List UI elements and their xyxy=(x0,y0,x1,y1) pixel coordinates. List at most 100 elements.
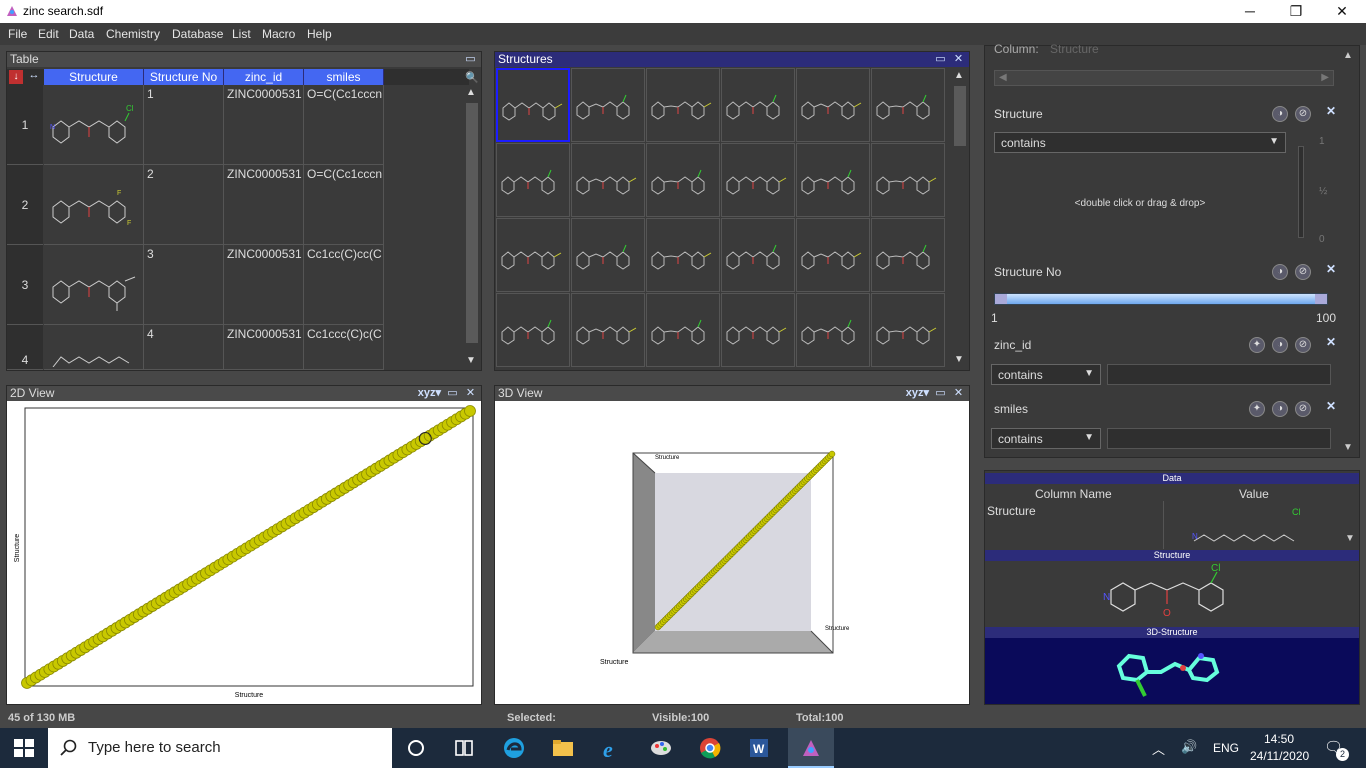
sort-icon[interactable]: ↓ xyxy=(9,70,23,84)
structure-thumbnail[interactable] xyxy=(721,218,795,292)
close-panel-icon[interactable]: ✕ xyxy=(952,387,965,400)
zinc-id-cell[interactable]: ZINC0000531 xyxy=(224,325,304,370)
structure-thumbnail[interactable] xyxy=(496,68,570,142)
column-header-structure[interactable]: Structure xyxy=(44,69,144,85)
clock-time[interactable]: 14:50 xyxy=(1264,732,1294,746)
close-panel-icon[interactable]: ✕ xyxy=(464,387,477,400)
column-header-smiles[interactable]: smiles xyxy=(304,69,384,85)
structure-thumbnail[interactable] xyxy=(871,218,945,292)
remove-query-icon[interactable]: ✕ xyxy=(1325,263,1337,275)
windows-start-icon[interactable] xyxy=(12,736,36,760)
structure-thumbnail[interactable] xyxy=(796,143,870,217)
menu-file[interactable]: File xyxy=(8,27,27,41)
table-scrollbar[interactable]: ▲ ▼ xyxy=(463,85,481,370)
minimize-panel-icon[interactable]: ▭ xyxy=(446,387,459,400)
scroll-up-icon[interactable]: ▲ xyxy=(954,70,964,81)
structure-cell[interactable]: Cl N xyxy=(44,85,144,165)
close-panel-icon[interactable]: ✕ xyxy=(952,53,965,66)
column-header-structure-no[interactable]: Structure No xyxy=(144,69,224,85)
column-slider[interactable]: ◀ ▶ xyxy=(994,70,1334,86)
range-min-handle[interactable] xyxy=(995,294,1007,304)
row-number[interactable]: 2 xyxy=(7,165,43,245)
close-window-button[interactable]: ✕ xyxy=(1319,0,1365,23)
structure-mode-dropdown[interactable]: contains ▼ xyxy=(994,132,1286,153)
menu-list[interactable]: List xyxy=(232,27,251,41)
column-header-zinc-id[interactable]: zinc_id xyxy=(224,69,304,85)
structure-thumbnail[interactable] xyxy=(496,218,570,292)
chrome-icon[interactable] xyxy=(698,736,722,760)
scroll-up-icon[interactable]: ▲ xyxy=(1343,50,1353,61)
disable-query-icon[interactable]: ⊘ xyxy=(1295,264,1311,280)
disable-query-icon[interactable]: ⊘ xyxy=(1295,106,1311,122)
structure-thumbnail[interactable] xyxy=(721,293,795,367)
structure-cell[interactable] xyxy=(44,325,144,370)
remove-query-icon[interactable]: ✕ xyxy=(1325,336,1337,348)
scroll-up-icon[interactable]: ▲ xyxy=(466,87,476,98)
scroll-down-icon[interactable]: ▼ xyxy=(954,354,964,365)
xyz-axis-selector[interactable]: xyz▾ xyxy=(418,386,441,401)
structures-scrollbar[interactable]: ▲ ▼ xyxy=(951,68,969,370)
slider-right-icon[interactable]: ▶ xyxy=(1321,72,1329,83)
structure-thumbnail[interactable] xyxy=(571,293,645,367)
file-explorer-icon[interactable] xyxy=(551,736,575,760)
toggle-query-icon[interactable]: ◑ xyxy=(1272,401,1288,417)
minimize-panel-icon[interactable]: ▭ xyxy=(464,53,477,66)
resize-columns-icon[interactable]: ↔ xyxy=(26,69,42,85)
disable-query-icon[interactable]: ⊘ xyxy=(1295,337,1311,353)
structure-thumbnail[interactable] xyxy=(796,68,870,142)
structure-cell[interactable]: FF xyxy=(44,165,144,245)
taskbar-search-box[interactable]: Type here to search xyxy=(48,728,392,768)
row-number[interactable]: 4 xyxy=(7,325,43,370)
structure-thumbnail[interactable] xyxy=(646,143,720,217)
data-row-value[interactable]: Cl N xyxy=(1163,501,1341,549)
menu-data[interactable]: Data xyxy=(69,27,94,41)
structure-thumbnail[interactable] xyxy=(496,293,570,367)
zinc-id-cell[interactable]: ZINC0000531 xyxy=(224,85,304,165)
remove-query-icon[interactable]: ✕ xyxy=(1325,400,1337,412)
structure-thumbnail[interactable] xyxy=(871,68,945,142)
disable-query-icon[interactable]: ⊘ xyxy=(1295,401,1311,417)
slider-left-icon[interactable]: ◀ xyxy=(999,72,1007,83)
menu-edit[interactable]: Edit xyxy=(38,27,59,41)
scroll-thumb[interactable] xyxy=(466,103,478,343)
zinc-id-cell[interactable]: ZINC0000531 xyxy=(224,165,304,245)
structure-no-cell[interactable]: 1 xyxy=(144,85,224,165)
structure-thumbnail[interactable] xyxy=(796,218,870,292)
structure-thumbnail[interactable] xyxy=(721,143,795,217)
structure-no-cell[interactable]: 3 xyxy=(144,245,224,325)
structure-thumbnail[interactable] xyxy=(871,143,945,217)
xyz-axis-selector[interactable]: xyz▾ xyxy=(906,386,929,401)
column-value[interactable]: Structure xyxy=(1050,42,1099,56)
zinc-id-input[interactable] xyxy=(1107,364,1331,385)
minimize-panel-icon[interactable]: ▭ xyxy=(934,53,947,66)
row-number[interactable]: 3 xyxy=(7,245,43,325)
scroll-thumb[interactable] xyxy=(954,86,966,146)
toggle-query-icon[interactable]: ◑ xyxy=(1272,106,1288,122)
language-indicator[interactable]: ENG xyxy=(1213,741,1239,755)
structure-thumbnail[interactable] xyxy=(646,218,720,292)
structure-thumbnail[interactable] xyxy=(646,68,720,142)
row-number[interactable]: 1 xyxy=(7,85,43,165)
zinc-id-cell[interactable]: ZINC0000531 xyxy=(224,245,304,325)
structure-drop-area[interactable]: <double click or drag & drop> xyxy=(994,158,1286,248)
scroll-down-icon[interactable]: ▼ xyxy=(466,355,476,366)
toggle-query-icon[interactable]: ◑ xyxy=(1272,337,1288,353)
structure-thumbnail[interactable] xyxy=(496,143,570,217)
clock-date[interactable]: 24/11/2020 xyxy=(1250,749,1309,763)
cortana-icon[interactable] xyxy=(404,736,428,760)
structure-thumbnail[interactable] xyxy=(721,68,795,142)
wand-icon[interactable]: ✦ xyxy=(1249,337,1265,353)
structure-thumbnail[interactable] xyxy=(796,293,870,367)
minimize-button[interactable]: ─ xyxy=(1227,0,1273,23)
scatter-plot-3d[interactable]: Structure Structure Structure xyxy=(495,401,969,704)
scroll-down-icon[interactable]: ▼ xyxy=(1345,533,1355,544)
structure-3d-view[interactable] xyxy=(985,638,1359,704)
range-slider[interactable] xyxy=(994,293,1328,305)
structure-cell[interactable] xyxy=(44,245,144,325)
edge-browser-icon[interactable] xyxy=(502,736,526,760)
data-point[interactable] xyxy=(464,405,476,417)
wand-icon[interactable]: ✦ xyxy=(1249,401,1265,417)
menu-help[interactable]: Help xyxy=(307,27,332,41)
menu-chemistry[interactable]: Chemistry xyxy=(106,27,160,41)
structure-thumbnail[interactable] xyxy=(871,293,945,367)
